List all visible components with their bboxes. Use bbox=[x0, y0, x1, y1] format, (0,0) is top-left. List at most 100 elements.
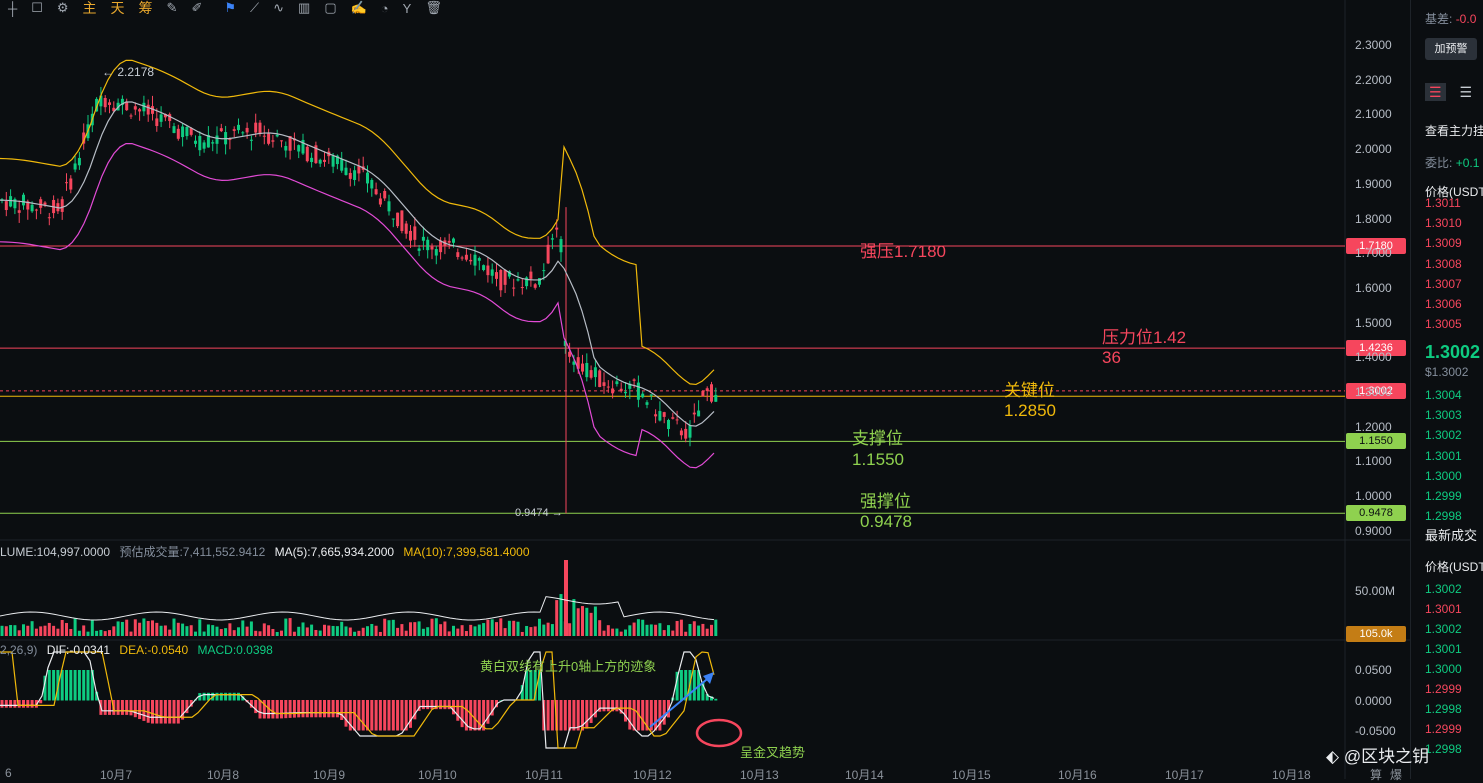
volume-bar bbox=[181, 623, 185, 636]
macd-bar bbox=[73, 670, 77, 701]
order-book-panel: 基差: -0.0 加预警 ☰ ☰ 查看主力挂 委比: +0.1 价格(USDT … bbox=[1410, 0, 1483, 779]
orderbook-row[interactable]: 1.3002 bbox=[1425, 428, 1462, 442]
price-tick: 1.3000 bbox=[1355, 385, 1392, 399]
crosshair-icon[interactable]: ┼ bbox=[8, 1, 17, 16]
candle-body bbox=[692, 412, 696, 415]
candle-body bbox=[103, 97, 107, 108]
volume-bar bbox=[469, 624, 473, 636]
volume-bar bbox=[34, 628, 38, 636]
volume-bar bbox=[482, 623, 486, 636]
macd-bar bbox=[168, 700, 172, 724]
square-icon[interactable]: ☐ bbox=[31, 0, 43, 16]
macd-bar bbox=[335, 700, 339, 718]
volume-bar bbox=[662, 630, 666, 636]
orderbook-row[interactable]: 1.3010 bbox=[1425, 216, 1462, 230]
orderbook-both-icon[interactable]: ☰ bbox=[1425, 83, 1446, 101]
macd-bar bbox=[133, 700, 137, 718]
candle-body bbox=[331, 155, 335, 167]
time-tick: 10月15 bbox=[952, 768, 991, 782]
price-tick: 1.9000 bbox=[1355, 176, 1392, 191]
candle-body bbox=[241, 132, 245, 134]
volume-bar bbox=[22, 624, 25, 636]
time-tick: 10月13 bbox=[740, 768, 779, 782]
add-alert-button[interactable]: 加预警 bbox=[1425, 38, 1477, 60]
orderbook-row[interactable]: 1.3008 bbox=[1425, 257, 1462, 271]
orderbook-row[interactable]: 1.3011 bbox=[1425, 196, 1461, 210]
macd-bar bbox=[172, 700, 176, 724]
orderbook-row[interactable]: 1.3001 bbox=[1425, 449, 1462, 463]
volume-bar bbox=[409, 622, 412, 636]
orderbook-row[interactable]: 1.3003 bbox=[1425, 408, 1462, 422]
price-tick: 2.0000 bbox=[1355, 142, 1392, 157]
candle-body bbox=[520, 287, 524, 289]
candle-body bbox=[280, 140, 283, 142]
candle-body bbox=[310, 157, 314, 163]
brush-icon[interactable]: ✐ bbox=[191, 0, 202, 16]
orderbook-row[interactable]: 1.3000 bbox=[1425, 469, 1462, 483]
ruler-icon[interactable]: ⟋ bbox=[250, 0, 259, 16]
price-tick: 2.1000 bbox=[1355, 107, 1392, 122]
volume-bar bbox=[641, 619, 645, 636]
volume-bar bbox=[301, 622, 305, 636]
volume-bar bbox=[219, 629, 223, 636]
view-main-orders[interactable]: 查看主力挂 bbox=[1425, 122, 1483, 139]
kline-chart[interactable]: ┼ ☐ ⚙ 主 天 筹 ✎ ✐ ⚑ ⟋ ∿ ▥ ▢ ✍ ◔ Y 🗑 ← 2.21… bbox=[0, 0, 1410, 782]
volume-bar bbox=[705, 628, 709, 636]
macd-bar bbox=[473, 700, 477, 731]
volume-bar bbox=[421, 628, 425, 636]
indicator-icon[interactable]: ⚙ bbox=[57, 0, 69, 16]
edit-icon[interactable]: ✍ bbox=[351, 0, 367, 16]
orderbook-list-icon[interactable]: ☰ bbox=[1459, 84, 1472, 100]
orderbook-row[interactable]: 1.3007 bbox=[1425, 277, 1462, 291]
candle-body bbox=[60, 199, 64, 212]
macd-bar bbox=[258, 700, 262, 719]
candle-body bbox=[374, 189, 378, 195]
toolbar-label-main[interactable]: 主 bbox=[83, 0, 97, 18]
volume-bar bbox=[520, 631, 524, 636]
candle-body bbox=[658, 411, 662, 421]
magnet-icon[interactable]: ◔ bbox=[381, 1, 389, 16]
volume-bar bbox=[473, 626, 477, 636]
candle-body bbox=[271, 140, 275, 142]
price-tick: 1.8000 bbox=[1355, 211, 1392, 226]
volume-bar bbox=[598, 620, 602, 636]
pin-icon[interactable]: ⚑ bbox=[224, 0, 236, 16]
basis-row: 基差: -0.0 bbox=[1425, 10, 1476, 27]
x-axis-extra-2: 爆 bbox=[1390, 768, 1403, 782]
candle-body bbox=[546, 244, 550, 264]
candle-body bbox=[17, 210, 21, 213]
chart-canvas[interactable] bbox=[0, 0, 1410, 779]
macd-bar bbox=[52, 670, 56, 701]
orderbook-row[interactable]: 1.2999 bbox=[1425, 489, 1462, 503]
macd-bar bbox=[606, 700, 610, 712]
candles-icon[interactable]: ▥ bbox=[298, 0, 310, 16]
trash-icon[interactable]: 🗑 bbox=[425, 0, 442, 16]
orderbook-view-toggle[interactable]: ☰ ☰ bbox=[1425, 83, 1472, 101]
orderbook-row[interactable]: 1.3004 bbox=[1425, 388, 1462, 402]
fork-icon[interactable]: Y bbox=[403, 1, 412, 16]
volume-bar bbox=[658, 623, 662, 636]
volume-bar bbox=[585, 607, 589, 636]
support-label-1: 支撑位 bbox=[852, 429, 903, 448]
measure-icon[interactable]: ∿ bbox=[273, 0, 284, 16]
macd-bar bbox=[292, 700, 296, 718]
candle-body bbox=[430, 246, 434, 250]
candle-body bbox=[378, 198, 382, 205]
orderbook-row[interactable]: 1.3009 bbox=[1425, 236, 1462, 250]
time-tick: 10月8 bbox=[207, 768, 240, 782]
candle-body bbox=[469, 259, 473, 262]
macd-bar bbox=[103, 700, 107, 715]
orderbook-row[interactable]: 1.3006 bbox=[1425, 297, 1462, 311]
pen-icon[interactable]: ✎ bbox=[167, 0, 178, 16]
volume-bar bbox=[120, 621, 124, 636]
macd-bar bbox=[443, 700, 447, 710]
note-icon[interactable]: ▢ bbox=[324, 0, 336, 16]
candle-body bbox=[490, 269, 494, 276]
orderbook-row[interactable]: 1.3005 bbox=[1425, 317, 1462, 331]
volume-bar bbox=[133, 619, 137, 636]
toolbar-label-chips[interactable]: 筹 bbox=[139, 0, 153, 18]
toolbar-label-day[interactable]: 天 bbox=[111, 0, 125, 18]
candle-body bbox=[47, 217, 51, 219]
volume-bar bbox=[271, 628, 275, 636]
orderbook-row[interactable]: 1.2998 bbox=[1425, 509, 1462, 523]
